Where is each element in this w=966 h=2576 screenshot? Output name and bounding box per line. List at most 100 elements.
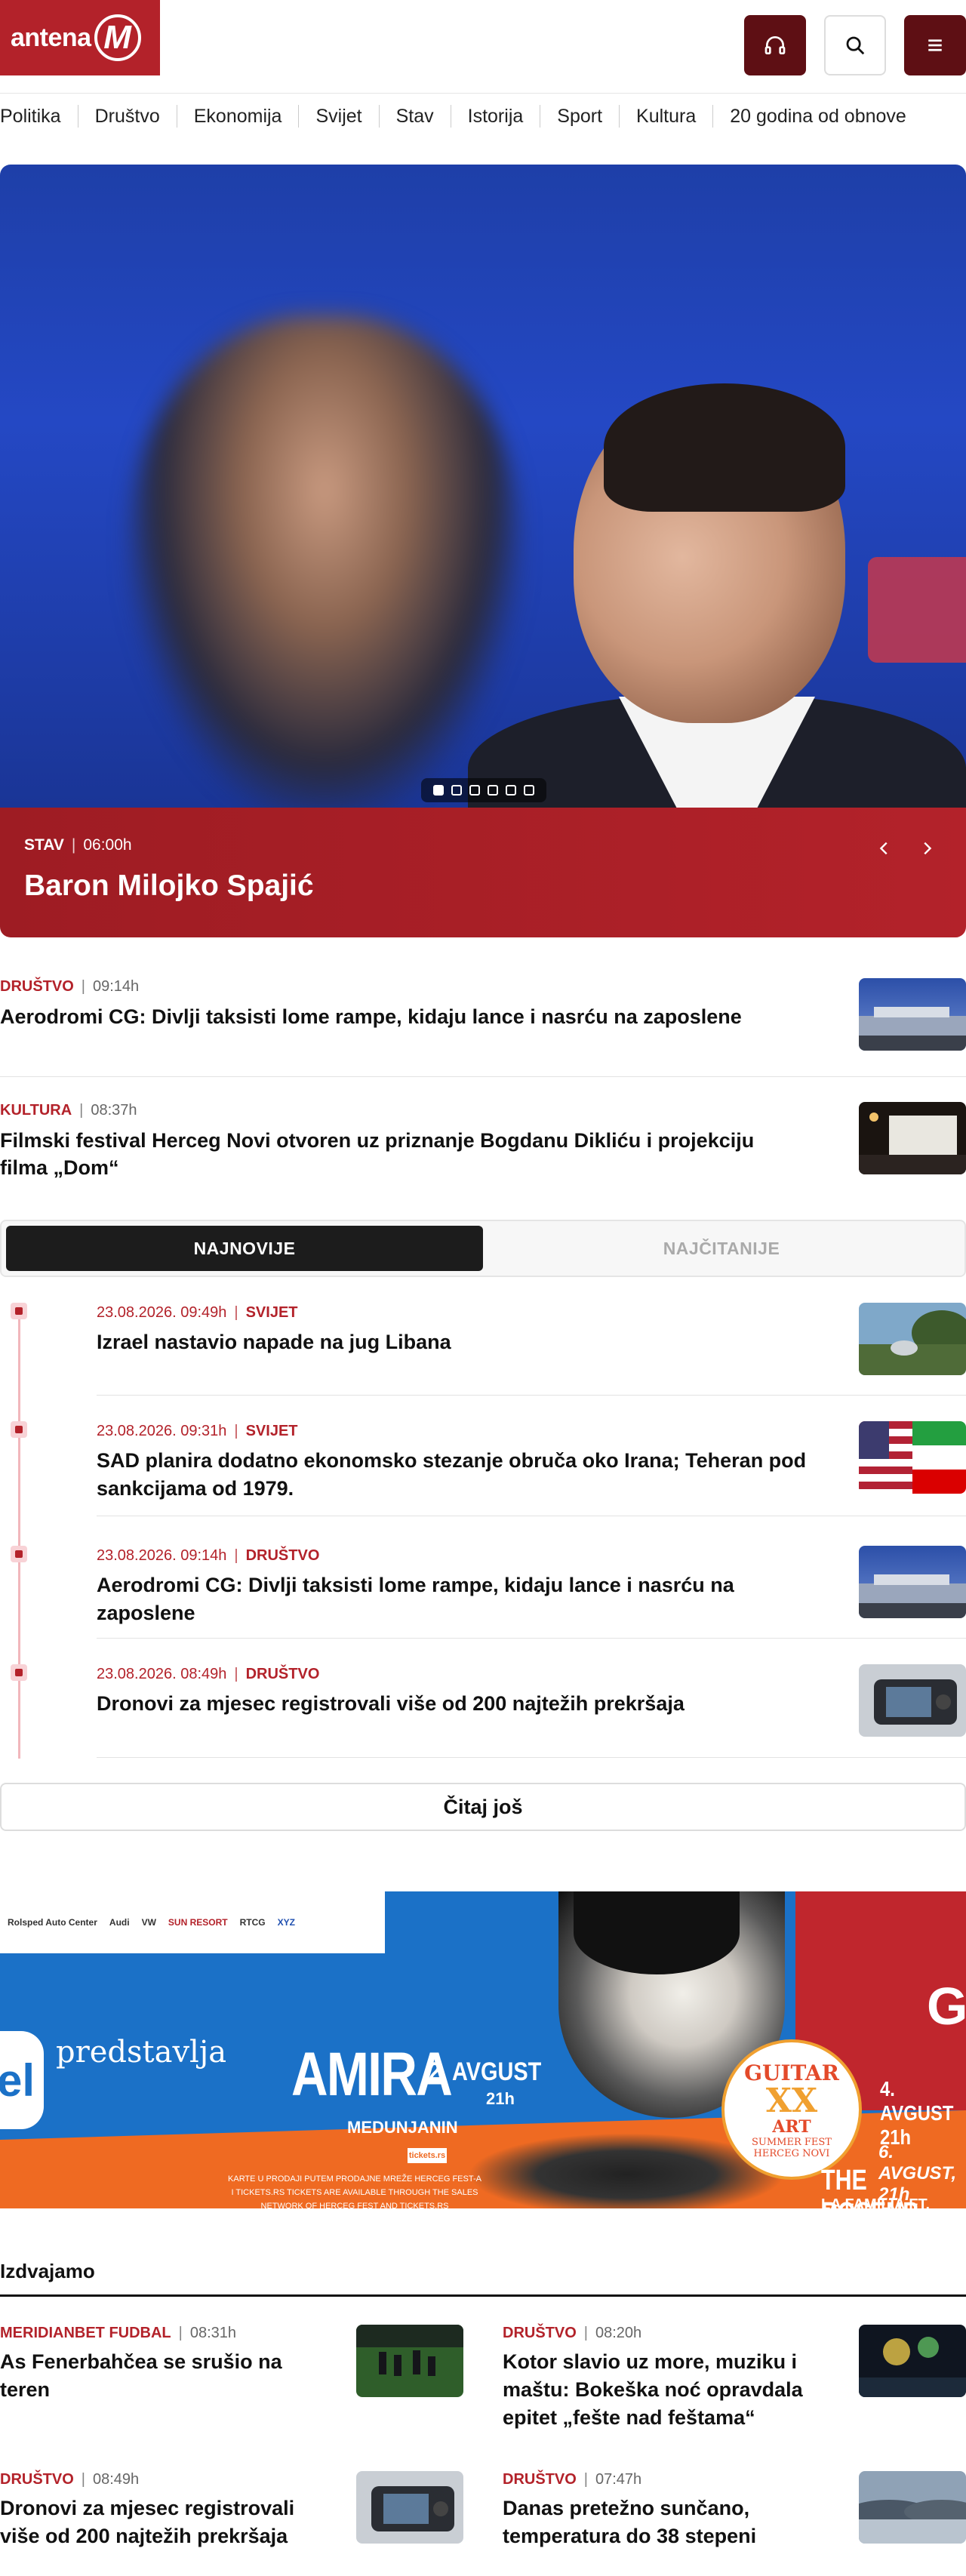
card-title[interactable]: Dronovi za mjesec registrovali više od 2… — [0, 2494, 332, 2550]
listen-live-button[interactable] — [744, 15, 806, 75]
nav-svijet[interactable]: Svijet — [299, 105, 380, 128]
news-category[interactable]: DRUŠTVO — [0, 978, 74, 995]
section-underline — [0, 2294, 966, 2297]
hero-category[interactable]: STAV — [24, 836, 64, 854]
news-title[interactable]: Aerodromi CG: Divlji taksisti lome rampe… — [0, 1003, 755, 1030]
menu-icon — [928, 39, 942, 51]
chevron-left-icon — [879, 842, 888, 855]
card-time: 08:20h — [595, 2325, 642, 2341]
slider-dot[interactable] — [451, 785, 462, 796]
news-time: 08:37h — [91, 1102, 137, 1119]
slider-dot[interactable] — [524, 785, 534, 796]
card-category[interactable]: MERIDIANBET FUDBAL — [0, 2325, 171, 2341]
card-thumbnail[interactable] — [859, 2471, 966, 2544]
nav-sport[interactable]: Sport — [540, 105, 620, 128]
featured-card[interactable]: MERIDIANBET FUDBAL | 08:31h As Fenerbahčea… — [0, 2325, 463, 2404]
slider-dot[interactable] — [488, 785, 498, 796]
card-thumbnail[interactable] — [859, 2325, 966, 2397]
festival-logo: GUITAR XX ART SUMMER FEST HERCEG NOVI — [721, 2039, 862, 2180]
hero-caption: STAV | 06:00h Baron Milojko Spajić — [0, 808, 966, 937]
hero-time: 06:00h — [83, 836, 132, 854]
slider-dots — [421, 778, 546, 802]
nav-20-godina[interactable]: 20 godina od obnove — [713, 105, 923, 128]
timeline-title[interactable]: Aerodromi CG: Divlji taksisti lome rampe… — [97, 1571, 814, 1627]
banner-date: 4. AVGUST 21h — [880, 2077, 954, 2149]
banner-left-logo: el — [0, 2031, 44, 2129]
timeline-thumbnail[interactable] — [859, 1303, 966, 1375]
card-title[interactable]: Kotor slavio uz more, muziku i maštu: Bo… — [503, 2348, 835, 2432]
card-time: 08:49h — [93, 2471, 140, 2488]
nav-politika[interactable]: Politika — [0, 105, 78, 128]
card-thumbnail[interactable] — [356, 2325, 463, 2397]
featured-card[interactable]: DRUŠTVO | 08:49h Dronovi za mjesec registr… — [0, 2471, 463, 2550]
banner-date: 2. AVGUST — [429, 2057, 542, 2086]
card-title[interactable]: Danas pretežno sunčano, temperatura do 3… — [503, 2494, 835, 2550]
sponsor-logo: XYZ — [277, 1917, 295, 1928]
nav-drustvo[interactable]: Društvo — [78, 105, 177, 128]
card-thumbnail[interactable] — [356, 2471, 463, 2544]
news-thumbnail[interactable] — [859, 1102, 966, 1174]
timeline-title[interactable]: Dronovi za mjesec registrovali više od 2… — [97, 1690, 814, 1718]
hero-image[interactable] — [0, 165, 966, 808]
timeline-datetime: 23.08.2026. 09:31h — [97, 1423, 227, 1439]
timeline-marker — [11, 1664, 27, 1681]
chevron-right-icon — [924, 842, 932, 855]
tab-most-read[interactable]: NAJČITANIJE — [483, 1226, 960, 1271]
banner-main-artist: AMIRA — [291, 2040, 453, 2109]
slider-dot[interactable] — [469, 785, 480, 796]
timeline-category[interactable]: SVIJET — [246, 1304, 298, 1321]
banner-time: 21h — [486, 2089, 515, 2108]
news-thumbnail[interactable] — [859, 978, 966, 1051]
site-logo[interactable]: antena M — [0, 0, 160, 75]
timeline-datetime: 23.08.2026. 09:14h — [97, 1547, 227, 1564]
news-category[interactable]: KULTURA — [0, 1102, 72, 1119]
slider-prev-button[interactable] — [869, 833, 900, 863]
card-time: 07:47h — [595, 2471, 642, 2488]
card-category[interactable]: DRUŠTVO — [503, 2325, 577, 2341]
advertisement-banner[interactable]: Rolsped Auto Center Audi VW SUN RESORT R… — [0, 1891, 966, 2208]
news-item[interactable]: KULTURA | 08:37h Filmski festival Herceg N… — [0, 1102, 966, 1181]
sponsor-logo: RTCG — [239, 1917, 266, 1928]
headphones-icon — [764, 36, 786, 54]
hero-slider[interactable]: STAV | 06:00h Baron Milojko Spajić — [0, 165, 966, 937]
timeline-marker — [11, 1546, 27, 1562]
ticket-badge: tickets.rs — [408, 2148, 447, 2163]
logo-text: antena — [11, 23, 91, 52]
slider-next-button[interactable] — [912, 833, 942, 863]
tab-latest[interactable]: NAJNOVIJE — [6, 1226, 483, 1271]
card-title[interactable]: As Fenerbahčea se srušio na teren — [0, 2348, 332, 2404]
news-item[interactable]: DRUŠTVO | 09:14h Aerodromi CG: Divlji taks… — [0, 978, 966, 1051]
logo-mark: M — [94, 14, 141, 61]
search-button[interactable] — [824, 15, 886, 75]
featured-card[interactable]: DRUŠTVO | 08:20h Kotor slavio uz more, muz… — [503, 2325, 966, 2432]
timeline-datetime: 23.08.2026. 09:49h — [97, 1304, 227, 1321]
card-category[interactable]: DRUŠTVO — [503, 2471, 577, 2488]
timeline-title[interactable]: Izrael nastavio napade na jug Libana — [97, 1328, 814, 1356]
slider-dot[interactable] — [506, 785, 516, 796]
read-more-button[interactable]: Čitaj još — [0, 1783, 966, 1831]
slider-dot[interactable] — [433, 785, 444, 796]
nav-stav[interactable]: Stav — [380, 105, 451, 128]
timeline-category[interactable]: SVIJET — [246, 1423, 298, 1439]
timeline-line — [18, 1310, 20, 1759]
nav-istorija[interactable]: Istorija — [451, 105, 541, 128]
divider — [97, 1395, 966, 1396]
timeline-title[interactable]: SAD planira dodatno ekonomsko stezanje o… — [97, 1447, 814, 1503]
card-category[interactable]: DRUŠTVO — [0, 2471, 74, 2488]
site-header: antena M Politika Društvo Ekonomija Svij… — [0, 0, 966, 128]
timeline-thumbnail[interactable] — [859, 1546, 966, 1618]
hero-title[interactable]: Baron Milojko Spajić — [24, 869, 314, 903]
news-title[interactable]: Filmski festival Herceg Novi otvoren uz … — [0, 1127, 755, 1181]
featured-card[interactable]: DRUŠTVO | 07:47h Danas pretežno sunčano, t… — [503, 2471, 966, 2550]
section-title: Izdvajamo — [0, 2260, 95, 2282]
timeline-category[interactable]: DRUŠTVO — [246, 1666, 320, 1682]
search-icon — [846, 36, 865, 55]
timeline-thumbnail[interactable] — [859, 1664, 966, 1737]
nav-ekonomija[interactable]: Ekonomija — [177, 105, 300, 128]
timeline-marker — [11, 1421, 27, 1438]
nav-kultura[interactable]: Kultura — [620, 105, 714, 128]
timeline-category[interactable]: DRUŠTVO — [246, 1547, 320, 1564]
menu-button[interactable] — [904, 15, 966, 75]
category-nav: Politika Društvo Ekonomija Svijet Stav I… — [0, 98, 966, 134]
timeline-thumbnail[interactable] — [859, 1421, 966, 1494]
